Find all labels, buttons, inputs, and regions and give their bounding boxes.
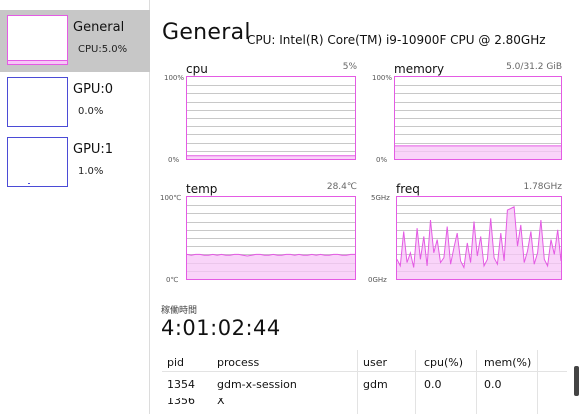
page-title: General [162,20,251,45]
freq-panel-value: 1.78GHz [523,182,562,192]
sidebar-item-value: 1.0% [78,166,104,177]
cpu-panel-title: cpu [186,62,208,76]
sidebar-item-label: GPU:1 [73,142,114,157]
freq-ymax-label: 5GHz [371,194,390,202]
cell-process: gdm-x-session [217,378,297,391]
general-thumbnail [7,15,68,65]
memory-panel-title: memory [394,62,445,76]
temp-panel-value: 28.4℃ [326,182,357,192]
cell-pid: 1354 [167,378,195,391]
memory-panel-value: 5.0/31.2 GiB [506,62,562,72]
cpu-ymin-label: 0% [168,156,180,164]
cpu-panel: cpu 5% 100% 0% [164,62,357,166]
memory-ymin-label: 0% [376,156,388,164]
process-table-scrollbar[interactable] [574,366,579,396]
cpu-ymax-label: 100% [164,74,185,82]
sidebar-item-value: 0.0% [78,106,104,117]
temp-graph [186,196,356,280]
uptime-value: 4:01:02:44 [161,316,281,340]
gpu0-thumbnail [7,77,68,127]
memory-ymax-label: 100% [372,74,393,82]
cell-mem: 0.0 [484,378,502,391]
sidebar-item-label: GPU:0 [73,82,114,97]
sidebar-item-gpu0[interactable]: GPU:0 0.0% [0,72,150,134]
freq-ymin-label: 0GHz [368,276,387,284]
sidebar-item-label: General [73,20,125,35]
process-table: pid process user cpu(%) mem(%) 1354 gdm-… [162,350,567,414]
freq-panel: freq 1.78GHz 5GHz 0GHz [368,182,562,286]
column-header-cpu[interactable]: cpu(%) [424,356,463,369]
freq-graph [396,196,562,280]
gpu1-thumbnail [7,137,68,187]
column-header-user[interactable]: user [363,356,387,369]
sidebar: General CPU:5.0% GPU:0 0.0% GPU:1 1.0% [0,0,150,414]
memory-graph [394,76,562,160]
series-area [395,145,561,159]
sidebar-item-gpu1[interactable]: GPU:1 1.0% [0,132,150,194]
series-area [397,206,561,279]
cpu-model-label: CPU: Intel(R) Core(TM) i9-10900F CPU @ 2… [247,33,546,47]
memory-panel: memory 5.0/31.2 GiB 100% 0% [372,62,562,166]
main-panel: General CPU: Intel(R) Core(TM) i9-10900F… [152,0,586,414]
cpu-panel-value: 5% [342,62,357,72]
column-header-pid[interactable]: pid [167,356,184,369]
temp-ymin-label: 0℃ [166,276,179,284]
freq-panel-title: freq [396,182,420,196]
sidebar-item-value: CPU:5.0% [78,44,128,55]
temp-panel: temp 28.4℃ 100℃ 0℃ [160,182,357,286]
sidebar-item-general[interactable]: General CPU:5.0% [0,10,150,72]
temp-panel-title: temp [186,182,218,196]
column-header-process[interactable]: process [217,356,259,369]
series-area [187,254,355,279]
temp-ymax-label: 100℃ [160,194,182,202]
cpu-graph [186,76,356,160]
table-row-partial: 1356 X [167,398,225,407]
cell-cpu: 0.0 [424,378,442,391]
column-header-mem[interactable]: mem(%) [484,356,531,369]
cell-user: gdm [363,378,388,391]
uptime-label: 稼働時間 [161,306,198,316]
header-divider [162,371,567,372]
